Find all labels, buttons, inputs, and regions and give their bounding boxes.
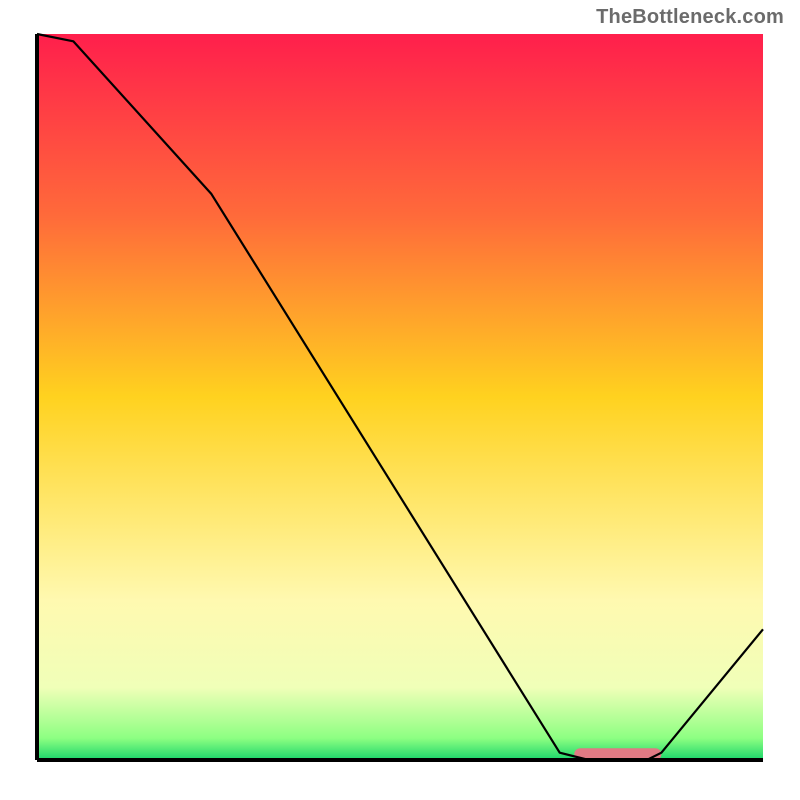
gradient-background [37, 34, 763, 760]
chart-container: TheBottleneck.com [0, 0, 800, 800]
bottleneck-plot [35, 32, 765, 762]
chart-svg [35, 32, 765, 762]
watermark-text: TheBottleneck.com [596, 6, 784, 29]
